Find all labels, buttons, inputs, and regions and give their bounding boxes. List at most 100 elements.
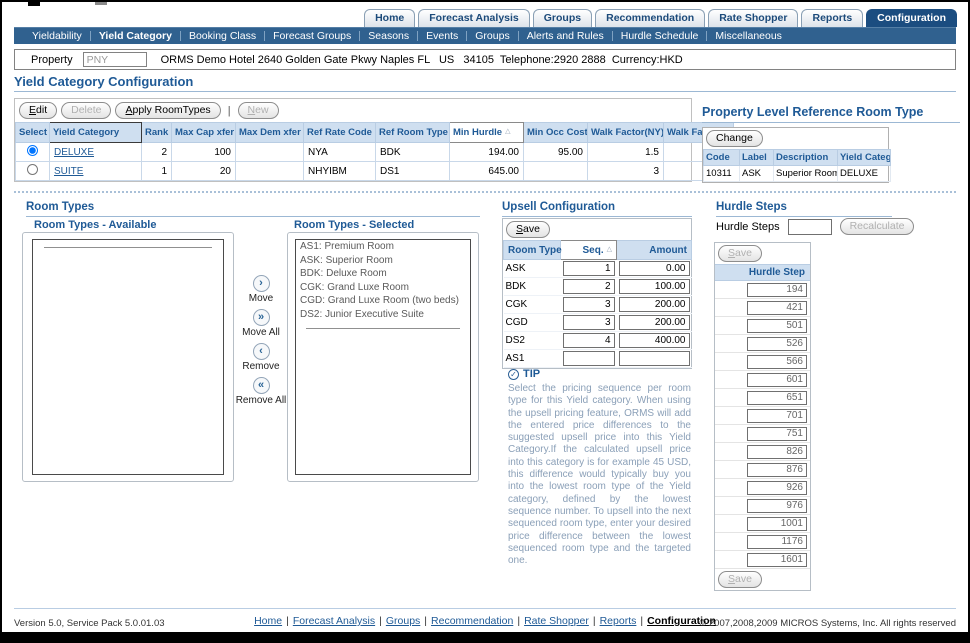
remove-all-button[interactable]: «	[253, 377, 270, 394]
seq-input-cgk[interactable]	[563, 297, 615, 312]
new-button[interactable]: New	[238, 102, 279, 119]
hurdle-step-column-header: Hurdle Step	[715, 264, 810, 281]
hurdle-step-input-15[interactable]	[747, 553, 807, 567]
seq-input-as1[interactable]	[563, 351, 615, 366]
amount-input-ds2[interactable]	[619, 333, 690, 348]
move-all-button[interactable]: »	[253, 309, 270, 326]
footer-link-home[interactable]: Home	[254, 615, 282, 627]
subnav-item-yieldability[interactable]: Yieldability	[24, 30, 90, 42]
upsell-save-button[interactable]: Save	[506, 221, 550, 238]
hurdle-step-input-2[interactable]	[747, 319, 807, 333]
double-chevron-right-icon: »	[258, 311, 264, 323]
check-circle-icon: ✓	[508, 369, 519, 380]
subnav-item-booking-class[interactable]: Booking Class	[181, 30, 264, 42]
room-types-selected-title: Room Types - Selected	[294, 219, 414, 231]
hurdle-step-input-4[interactable]	[747, 355, 807, 369]
delete-button[interactable]: Delete	[61, 102, 111, 119]
upsell-col-header-seq[interactable]: Seq.△	[561, 241, 617, 260]
subnav-item-events[interactable]: Events	[418, 30, 466, 42]
subnav-item-alerts-and-rules[interactable]: Alerts and Rules	[519, 30, 612, 42]
upsell-col-header-room-type: Room Type	[504, 241, 561, 260]
hurdle-save-button-top[interactable]: Save	[718, 245, 762, 262]
hurdle-step-input-6[interactable]	[747, 391, 807, 405]
footer-link-recommendation[interactable]: Recommendation	[431, 615, 513, 627]
upsell-room-type-label: CGD	[504, 314, 561, 332]
property-input[interactable]	[83, 52, 147, 67]
yield-category-link-deluxe[interactable]: DELUXE	[54, 147, 94, 158]
seq-input-bdk[interactable]	[563, 279, 615, 294]
upsell-room-type-label: ASK	[504, 260, 561, 278]
seq-input-cgd[interactable]	[563, 315, 615, 330]
amount-input-bdk[interactable]	[619, 279, 690, 294]
recalculate-button[interactable]: Recalculate	[840, 218, 915, 235]
hurdle-save-button-bottom[interactable]: Save	[718, 571, 762, 588]
hurdle-step-input-10[interactable]	[747, 463, 807, 477]
hurdle-step-row	[715, 533, 810, 551]
apply-roomtypes-button[interactable]: Apply RoomTypes	[115, 102, 220, 119]
room-type-option-ask[interactable]: ASK: Superior Room	[296, 254, 470, 268]
cell-yield-category: DELUXE	[50, 143, 142, 162]
hurdle-step-input-3[interactable]	[747, 337, 807, 351]
hurdle-steps-input-label: Hurdle Steps	[716, 221, 780, 233]
selected-room-types-listbox[interactable]: AS1: Premium RoomASK: Superior RoomBDK: …	[295, 239, 471, 475]
edit-button[interactable]: Edit	[19, 102, 57, 119]
title-rule	[14, 91, 956, 92]
room-type-option-ds2[interactable]: DS2: Junior Executive Suite	[296, 308, 470, 322]
hurdle-step-input-8[interactable]	[747, 427, 807, 441]
footer-link-reports[interactable]: Reports	[600, 615, 637, 627]
room-type-option-bdk[interactable]: BDK: Deluxe Room	[296, 267, 470, 281]
tab-configuration[interactable]: Configuration	[866, 9, 957, 27]
taskbar-strip	[2, 632, 968, 641]
amount-input-as1[interactable]	[619, 351, 690, 366]
select-radio-deluxe[interactable]	[27, 145, 38, 156]
amount-input-cgd[interactable]	[619, 315, 690, 330]
amount-input-cgk[interactable]	[619, 297, 690, 312]
hurdle-step-row	[715, 317, 810, 335]
subnav-item-seasons[interactable]: Seasons	[360, 30, 417, 42]
hurdle-steps-count-input[interactable]	[788, 219, 832, 235]
available-room-types-listbox[interactable]	[32, 239, 224, 475]
subnav-item-groups[interactable]: Groups	[467, 30, 517, 42]
hurdle-step-input-1[interactable]	[747, 301, 807, 315]
yield-col-header-min-occ-cost: Min Occ Cost	[524, 123, 588, 143]
yield-col-header-min-hurdle[interactable]: Min Hurdle△	[450, 123, 524, 143]
cell-rank: 2	[142, 143, 172, 162]
subnav-item-forecast-groups[interactable]: Forecast Groups	[265, 30, 359, 42]
footer-link-groups[interactable]: Groups	[386, 615, 420, 627]
hurdle-step-input-0[interactable]	[747, 283, 807, 297]
seq-input-ask[interactable]	[563, 261, 615, 276]
double-chevron-left-icon: «	[258, 379, 264, 391]
move-button[interactable]: ›	[253, 275, 270, 292]
footer-divider: |	[517, 615, 520, 627]
hurdle-step-input-12[interactable]	[747, 499, 807, 513]
select-radio-suite[interactable]	[27, 164, 38, 175]
property-label: Property	[31, 54, 73, 66]
reference-room-type-panel: Change Code Label Description Yield Cate…	[702, 127, 889, 183]
remove-button[interactable]: ‹	[253, 343, 270, 360]
room-type-option-as1[interactable]: AS1: Premium Room	[296, 240, 470, 254]
subnav-item-yield-category[interactable]: Yield Category	[91, 30, 180, 42]
tab-rate-shopper[interactable]: Rate Shopper	[708, 9, 798, 27]
hurdle-step-input-13[interactable]	[747, 517, 807, 531]
tab-home[interactable]: Home	[364, 9, 415, 27]
footer-link-forecast-analysis[interactable]: Forecast Analysis	[293, 615, 375, 627]
footer-link-rate-shopper[interactable]: Rate Shopper	[524, 615, 589, 627]
hurdle-step-input-5[interactable]	[747, 373, 807, 387]
room-type-option-cgd[interactable]: CGD: Grand Luxe Room (two beds)	[296, 294, 470, 308]
subnav-item-hurdle-schedule[interactable]: Hurdle Schedule	[613, 30, 707, 42]
hurdle-step-input-7[interactable]	[747, 409, 807, 423]
hurdle-step-input-11[interactable]	[747, 481, 807, 495]
room-type-option-cgk[interactable]: CGK: Grand Luxe Room	[296, 281, 470, 295]
hurdle-step-input-9[interactable]	[747, 445, 807, 459]
tab-reports[interactable]: Reports	[801, 9, 863, 27]
yield-category-link-suite[interactable]: SUITE	[54, 166, 83, 177]
tab-recommendation[interactable]: Recommendation	[595, 9, 705, 27]
tab-groups[interactable]: Groups	[533, 9, 592, 27]
subnav-item-miscellaneous[interactable]: Miscellaneous	[707, 30, 790, 42]
amount-input-ask[interactable]	[619, 261, 690, 276]
window-notch	[28, 2, 40, 6]
hurdle-step-input-14[interactable]	[747, 535, 807, 549]
change-button[interactable]: Change	[706, 130, 763, 147]
tab-forecast-analysis[interactable]: Forecast Analysis	[418, 9, 530, 27]
seq-input-ds2[interactable]	[563, 333, 615, 348]
